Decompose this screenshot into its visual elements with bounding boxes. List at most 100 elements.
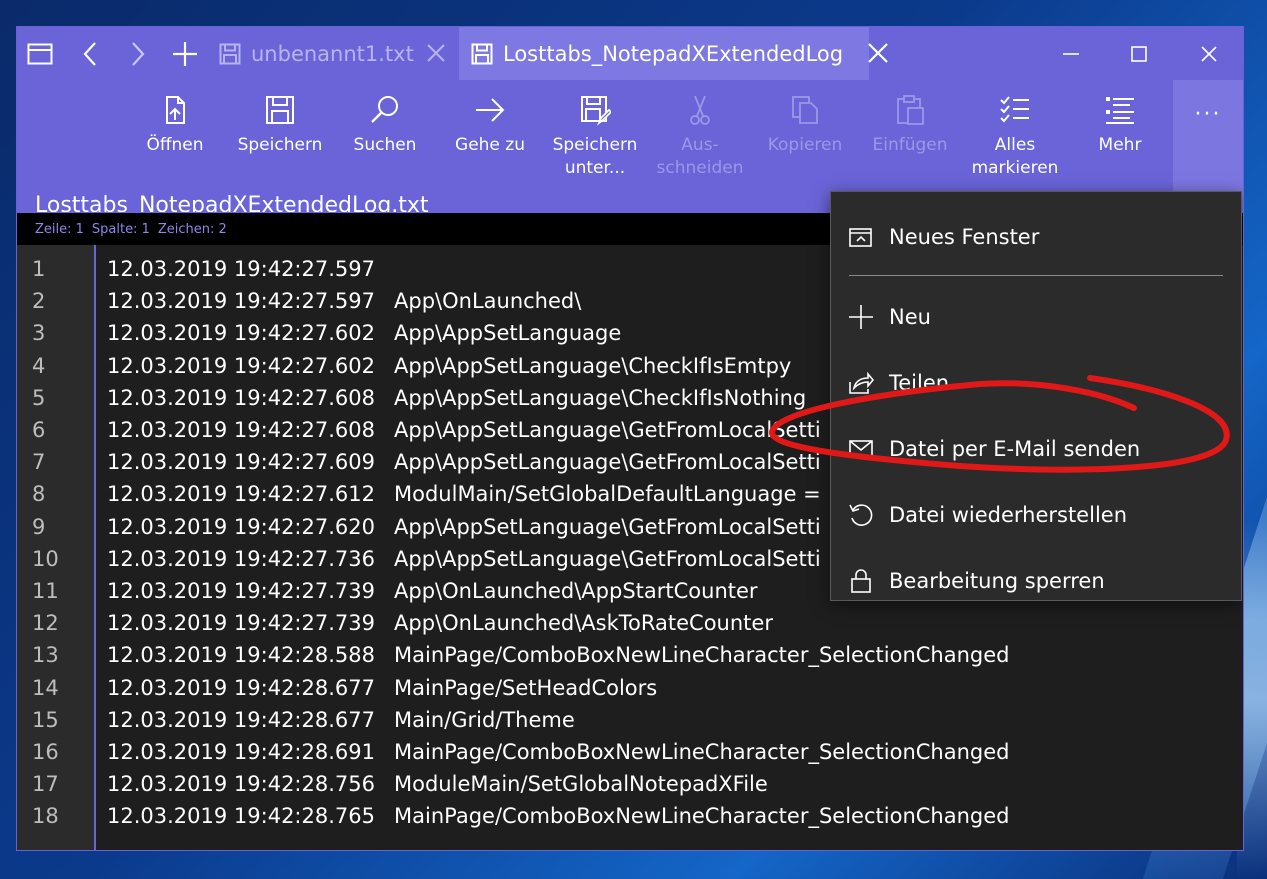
more-dots-icon: ··· xyxy=(1194,102,1222,127)
log-timestamp: 12.03.2019 19:42:28.765 xyxy=(107,804,375,829)
paste-button[interactable]: Einfügen xyxy=(860,94,960,157)
paste-icon xyxy=(897,95,924,125)
open-file-icon xyxy=(166,96,185,124)
menu-item-new-window[interactable]: Neues Fenster xyxy=(831,210,1241,264)
minimize-button[interactable] xyxy=(1037,27,1105,80)
save-button[interactable]: Speichern xyxy=(230,94,330,157)
close-window-button[interactable] xyxy=(1175,27,1243,80)
copy-button[interactable]: Kopieren xyxy=(755,94,855,157)
tab-losttabs-log[interactable]: Losttabs_NotepadXExtendedLog.txt xyxy=(459,27,888,80)
menu-item-new[interactable]: Neu xyxy=(831,290,1241,344)
line-number: 11 xyxy=(32,579,59,603)
save-icon xyxy=(219,43,241,64)
select-all-button[interactable]: Alles markieren xyxy=(965,94,1065,180)
line-number: 12 xyxy=(32,611,59,636)
log-timestamp: 12.03.2019 19:42:27.608 xyxy=(107,418,375,442)
log-timestamp: 12.03.2019 19:42:27.620 xyxy=(107,514,375,539)
line-number: 6 xyxy=(32,418,46,442)
back-button[interactable] xyxy=(67,27,113,80)
log-timestamp: 12.03.2019 19:42:27.609 xyxy=(107,450,375,475)
forward-button[interactable] xyxy=(115,27,161,80)
line-number: 4 xyxy=(32,353,46,378)
log-message: App\OnLaunched\AskToRateCounter xyxy=(394,611,773,636)
list-icon xyxy=(1106,97,1134,124)
editor-line: 18 12.03.2019 19:42:28.765 MainPage/ComboB… xyxy=(17,800,1243,832)
tab-unbenannt1[interactable]: unbenannt1.txt xyxy=(213,27,459,80)
log-message: MainPage/ComboBoxNewLineCharacter_Select… xyxy=(394,804,1010,829)
log-timestamp: 12.03.2019 19:42:28.677 xyxy=(107,675,375,700)
arrow-right-icon xyxy=(476,98,505,122)
log-timestamp: 12.03.2019 19:42:27.608 xyxy=(107,385,375,410)
maximize-icon xyxy=(1131,45,1147,62)
log-message: MainPage/ComboBoxNewLineCharacter_Select… xyxy=(394,740,1010,764)
editor-line: 17 12.03.2019 19:42:28.756 ModuleMain/SetG… xyxy=(17,768,1243,800)
log-message: App\AppSetLanguage\GetFromLocalSetti xyxy=(394,546,821,571)
log-message: App\AppSetLanguage\GetFromLocalSetti xyxy=(394,450,821,475)
log-timestamp: 12.03.2019 19:42:27.602 xyxy=(107,321,375,346)
line-number: 2 xyxy=(32,289,46,314)
log-message: App\OnLaunched\AppStartCounter xyxy=(394,579,758,603)
status-line: Zeile: 1 xyxy=(35,221,84,237)
log-message: App\AppSetLanguage\CheckIfIsEmtpy xyxy=(394,353,792,378)
log-message: MainPage/ComboBoxNewLineCharacter_Select… xyxy=(394,643,1010,668)
share-icon xyxy=(849,371,874,394)
tab-overview-button[interactable] xyxy=(17,27,63,80)
new-tab-button[interactable] xyxy=(162,27,208,80)
log-message: App\AppSetLanguage\CheckIfIsNothing xyxy=(394,385,807,410)
log-timestamp: 12.03.2019 19:42:28.588 xyxy=(107,643,375,668)
line-number: 3 xyxy=(32,321,46,346)
mail-icon xyxy=(849,440,873,458)
log-timestamp: 12.03.2019 19:42:28.691 xyxy=(107,740,375,764)
log-message: MainPage/SetHeadColors xyxy=(394,675,658,700)
minimize-icon xyxy=(1063,52,1079,55)
tab-label: Losttabs_NotepadXExtendedLog.txt xyxy=(503,41,843,66)
overflow-menu: Neues Fenster Neu Teilen Datei per E-Mai… xyxy=(830,191,1242,601)
tab-overview-icon xyxy=(27,43,53,64)
editor-line: 15 12.03.2019 19:42:28.677 Main/Grid/Theme xyxy=(17,704,1243,736)
status-chars: Zeichen: 2 xyxy=(157,221,227,237)
log-timestamp: 12.03.2019 19:42:27.736 xyxy=(107,546,375,571)
log-timestamp: 12.03.2019 19:42:28.756 xyxy=(107,772,375,797)
goto-button[interactable]: Gehe zu xyxy=(440,94,540,157)
scissors-icon xyxy=(690,95,710,125)
open-button[interactable]: Öffnen xyxy=(125,94,225,157)
save-as-icon xyxy=(581,96,611,126)
copy-icon xyxy=(792,96,818,124)
more-button[interactable]: Mehr xyxy=(1070,94,1170,157)
menu-item-lock-editing[interactable]: Bearbeitung sperren xyxy=(831,554,1241,600)
line-number: 1 xyxy=(32,257,46,281)
save-icon xyxy=(266,96,294,124)
search-button[interactable]: Suchen xyxy=(335,94,435,157)
cut-button[interactable]: Aus- schneiden xyxy=(650,94,750,180)
log-message: App\AppSetLanguage\GetFromLocalSetti xyxy=(394,514,821,539)
save-as-button[interactable]: Speichern unter... xyxy=(545,94,645,180)
close-icon[interactable] xyxy=(423,40,449,66)
close-icon[interactable] xyxy=(865,40,891,66)
new-window-icon xyxy=(849,228,872,247)
line-number: 10 xyxy=(32,546,59,571)
log-message: ModuleMain/SetGlobalNotepadXFile xyxy=(394,772,768,797)
menu-item-restore-file[interactable]: Datei wiederherstellen xyxy=(831,488,1241,542)
document-title: Losttabs_NotepadXExtendedLog.txt xyxy=(35,193,429,212)
line-number: 14 xyxy=(32,675,59,700)
editor-line: 16 12.03.2019 19:42:28.691 MainPage/ComboB… xyxy=(17,736,1243,768)
app-window: unbenannt1.txt Losttabs_NotepadXExtended… xyxy=(16,26,1244,851)
search-icon xyxy=(371,96,398,123)
plus-icon xyxy=(849,305,873,329)
log-timestamp: 12.03.2019 19:42:28.677 xyxy=(107,707,375,732)
restore-icon xyxy=(849,504,873,526)
line-number: 13 xyxy=(32,643,59,668)
log-message: App\AppSetLanguage\GetFromLocalSetti xyxy=(394,418,821,442)
close-icon xyxy=(1201,45,1217,62)
menu-item-share[interactable]: Teilen xyxy=(831,356,1241,410)
log-message: Main/Grid/Theme xyxy=(394,707,575,732)
line-number: 16 xyxy=(32,740,59,764)
status-column: Spalte: 1 xyxy=(91,221,150,237)
maximize-button[interactable] xyxy=(1105,27,1173,80)
title-bar: unbenannt1.txt Losttabs_NotepadXExtended… xyxy=(17,27,1243,80)
menu-item-send-email[interactable]: Datei per E-Mail senden xyxy=(831,422,1241,476)
log-message: ModulMain/SetGlobalDefaultLanguage = xyxy=(394,482,821,507)
line-number: 8 xyxy=(32,482,46,507)
menu-separator xyxy=(849,275,1223,276)
editor-line: 12 12.03.2019 19:42:27.739 App\OnLaunched\… xyxy=(17,607,1243,639)
